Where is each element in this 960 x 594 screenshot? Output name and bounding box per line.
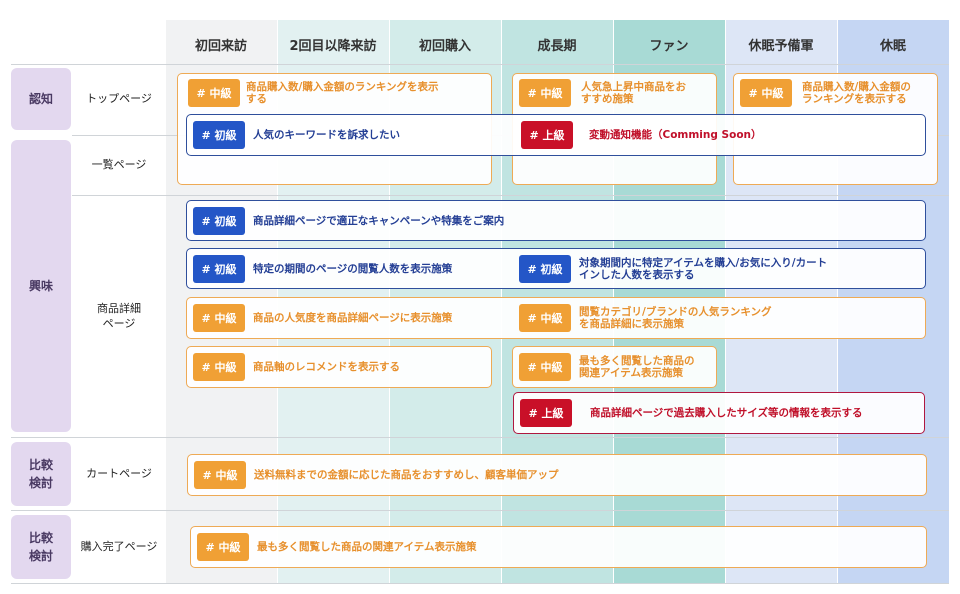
column-header-first-purchase: 初回購入 [418,38,471,54]
level-badge-mid: # 中級 [193,353,245,381]
page-purchase-complete: 購入完了ページ [80,540,158,554]
card-text: 送料無料までの金額に応じた商品をおすすめし、顧客単価アップ [254,468,559,481]
card-free-shipping: # 中級 送料無料までの金額に応じた商品をおすすめし、顧客単価アップ [187,454,927,496]
level-badge-mid: # 中級 [193,304,245,332]
stage-compare-complete: 比較 検討 [11,515,71,579]
card-text: 商品購入数/購入金額のランキングを表示 する [246,80,439,105]
card-text: 商品詳細ページで適正なキャンペーンや特集をご案内 [253,214,505,227]
column-header-pre-dormant: 休眠予備軍 [748,38,814,54]
row-divider [11,437,949,438]
level-badge-adv: # 上級 [521,121,573,149]
card-text: 商品の人気度を商品詳細ページに表示施策 [253,311,453,324]
card-related-items: # 中級 最も多く閲覧した商品の 関連アイテム表示施策 [512,346,717,388]
level-badge-mid: # 中級 [519,353,571,381]
page-list: 一覧ページ [91,158,147,172]
column-header-growth: 成長期 [537,38,577,54]
card-text: 特定の期間のページの閲覧人数を表示施策 [253,262,453,275]
card-text: 閲覧カテゴリ/ブランドの人気ランキング を商品詳細に表示施策 [579,305,772,330]
level-badge-mid: # 中級 [197,533,249,561]
level-badge-mid: # 中級 [519,79,571,107]
column-header-dormant: 休眠 [879,38,906,54]
level-badge-beg: # 初級 [193,255,245,283]
row-divider [11,64,949,65]
level-badge-mid: # 中級 [519,304,571,332]
stage-interest: 興味 [11,140,71,432]
card-campaign-guide: # 初級 商品詳細ページで適正なキャンペーンや特集をご案内 [186,200,926,241]
card-view-count: # 初級 特定の期間のページの閲覧人数を表示施策 # 初級 対象期間内に特定アイ… [186,248,926,289]
column-header-repeat-visit: 2回目以降来訪 [289,38,377,54]
card-text: 最も多く閲覧した商品の 関連アイテム表示施策 [579,354,695,379]
level-badge-adv: # 上級 [520,399,572,427]
level-badge-beg: # 初級 [193,121,245,149]
level-badge-mid: # 中級 [194,461,246,489]
card-popular-keyword: # 初級 人気のキーワードを訴求したい # 上級 変動通知機能（Comming … [186,114,926,156]
row-divider [11,510,949,511]
row-divider [72,195,949,196]
level-badge-mid: # 中級 [740,79,792,107]
row-divider [11,583,949,584]
page-cart: カートページ [86,467,152,481]
card-popularity: # 中級 商品の人気度を商品詳細ページに表示施策 # 中級 閲覧カテゴリ/ブラン… [186,297,926,339]
level-badge-beg: # 初級 [193,207,245,235]
card-text: 対象期間内に特定アイテムを購入/お気に入り/カート インした人数を表示する [579,256,828,281]
level-badge-beg: # 初級 [519,255,571,283]
card-text: 人気のキーワードを訴求したい [253,128,400,141]
card-past-purchase-size: # 上級 商品詳細ページで過去購入したサイズ等の情報を表示する [513,392,925,434]
page-product-detail: 商品詳細 ページ [97,301,141,330]
card-most-viewed-related: # 中級 最も多く閲覧した商品の関連アイテム表示施策 [190,526,927,568]
column-header-first-visit: 初回来訪 [194,38,247,54]
stage-compare-cart: 比較 検討 [11,442,71,506]
card-text: 商品購入数/購入金額の ランキングを表示する [802,80,911,105]
card-text: 変動通知機能（Comming Soon） [589,128,762,141]
card-product-recommend: # 中級 商品軸のレコメンドを表示する [186,346,492,388]
card-text: 最も多く閲覧した商品の関連アイテム表示施策 [257,540,477,553]
column-header-fan: ファン [649,38,689,54]
stage-awareness: 認知 [11,68,71,130]
level-badge-mid: # 中級 [188,79,240,107]
card-text: 人気急上昇中商品をお すすめ施策 [581,80,686,105]
card-text: 商品軸のレコメンドを表示する [253,360,400,373]
card-text: 商品詳細ページで過去購入したサイズ等の情報を表示する [590,406,863,419]
page-top: トップページ [86,92,152,106]
